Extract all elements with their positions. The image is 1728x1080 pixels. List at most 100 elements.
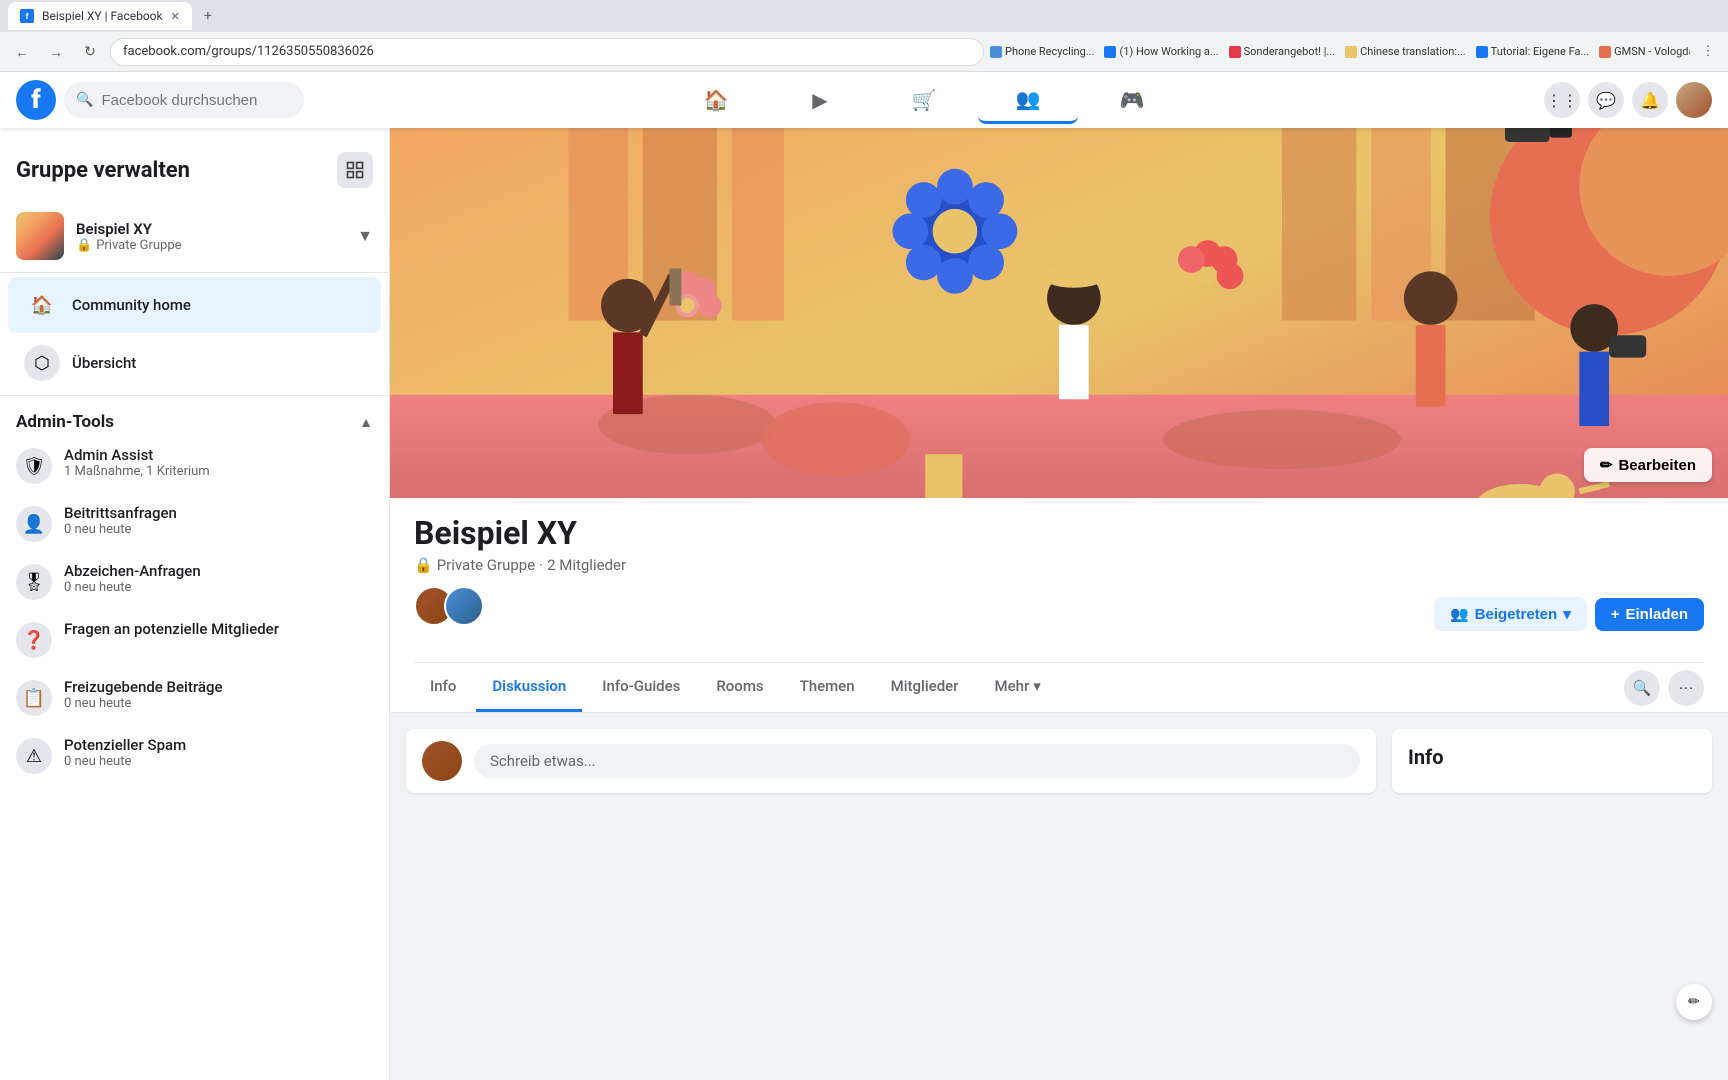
admin-tool-admin-assist[interactable]: 🛡 Admin Assist 1 Maßnahme, 1 Kriterium: [0, 436, 389, 494]
back-button[interactable]: ←: [8, 38, 36, 66]
bookmarks-bar: Phone Recycling... (1) How Working a... …: [990, 45, 1690, 58]
admin-tools-toggle-button[interactable]: ▲: [359, 414, 373, 431]
post-composer: Schreib etwas...: [406, 729, 1376, 793]
apps-button[interactable]: ⋮⋮: [1544, 82, 1580, 118]
joined-button[interactable]: 👥 Beigetreten ▾: [1434, 597, 1587, 631]
bookmark-chinese[interactable]: Chinese translation:...: [1345, 45, 1466, 58]
abzeichen-info: Abzeichen-Anfragen 0 neu heute: [64, 562, 373, 595]
tab-info[interactable]: Info: [414, 663, 472, 712]
admin-tool-freizugebende[interactable]: 📋 Freizugebende Beiträge 0 neu heute: [0, 668, 389, 726]
search-tab-button[interactable]: 🔍: [1624, 670, 1660, 706]
facebook-navbar: f 🔍 🏠 ▶ 🛒 👥 🎮 ⋮⋮ 💬 🔔: [0, 72, 1728, 128]
ubersicht-icon: ⬡: [24, 345, 60, 381]
home-icon: 🏠: [704, 88, 729, 112]
content-area: ✏ Bearbeiten Beispiel XY 🔒 Private Grupp…: [390, 128, 1728, 1080]
tab-favicon: f: [20, 9, 34, 23]
sidebar-menu-button[interactable]: [337, 152, 373, 188]
freizugebende-name: Freizugebende Beiträge: [64, 678, 373, 696]
sidebar-item-community-home[interactable]: 🏠 Community home: [8, 277, 381, 333]
nav-watch[interactable]: ▶: [770, 76, 870, 124]
community-home-icon: 🏠: [24, 287, 60, 323]
info-panel: Info: [1392, 729, 1712, 793]
cover-edit-button[interactable]: ✏ Bearbeiten: [1584, 448, 1712, 482]
tab-themen[interactable]: Themen: [784, 663, 871, 712]
group-info: Beispiel XY 🔒 Private Gruppe: [76, 220, 345, 253]
sidebar-divider-2: [0, 395, 389, 396]
nav-right: ⋮⋮ 💬 🔔: [1544, 82, 1712, 118]
tab-mehr[interactable]: Mehr ▾: [979, 663, 1057, 712]
tab-close-button[interactable]: ✕: [171, 10, 180, 23]
sidebar-item-ubersicht[interactable]: ⬡ Übersicht: [8, 335, 381, 391]
fragen-icon: ❓: [16, 622, 52, 658]
browser-tab[interactable]: f Beispiel XY | Facebook ✕: [8, 2, 192, 30]
sidebar-title: Gruppe verwalten: [16, 158, 190, 183]
refresh-button[interactable]: ↻: [76, 38, 104, 66]
bookmark-sonderangebot[interactable]: Sonderangebot! |...: [1229, 45, 1336, 58]
composer-input[interactable]: Schreib etwas...: [474, 744, 1360, 778]
joined-label: Beigetreten: [1475, 606, 1558, 623]
admin-tool-spam[interactable]: ⚠ Potenzieller Spam 0 neu heute: [0, 726, 389, 784]
admin-tool-beitrittsanfragen[interactable]: 👤 Beitrittsanfragen 0 neu heute: [0, 494, 389, 552]
admin-assist-info: Admin Assist 1 Maßnahme, 1 Kriterium: [64, 446, 373, 479]
search-input[interactable]: [101, 92, 281, 109]
tab-info-guides[interactable]: Info-Guides: [586, 663, 696, 712]
admin-tools-header: Admin-Tools ▲: [0, 400, 389, 436]
bookmark-gmsn[interactable]: GMSN - Vologda...: [1599, 45, 1690, 58]
invite-button[interactable]: + Einladen: [1595, 598, 1704, 631]
extensions-button[interactable]: ⋮: [1696, 40, 1720, 64]
group-dropdown-icon[interactable]: ▼: [357, 226, 373, 246]
bookmark-how-working[interactable]: (1) How Working a...: [1104, 45, 1218, 58]
lock-icon: 🔒: [76, 238, 92, 253]
gaming-icon: 🎮: [1120, 88, 1145, 112]
messenger-button[interactable]: 💬: [1588, 82, 1624, 118]
bookmark-tutorial[interactable]: Tutorial: Eigene Fa...: [1476, 45, 1590, 58]
group-name: Beispiel XY: [76, 220, 345, 238]
browser-toolbar: ← → ↻ facebook.com/groups/11263505508360…: [0, 32, 1728, 72]
abzeichen-sub: 0 neu heute: [64, 580, 373, 595]
address-text: facebook.com/groups/1126350550836026: [123, 44, 374, 59]
group-meta: 🔒 Private Gruppe · 2 Mitglieder: [414, 556, 1704, 574]
address-bar[interactable]: facebook.com/groups/1126350550836026: [110, 38, 984, 66]
nav-marketplace[interactable]: 🛒: [874, 76, 974, 124]
feed-column: Schreib etwas...: [406, 729, 1376, 793]
dot-separator: ·: [539, 556, 543, 574]
tab-mitglieder[interactable]: Mitglieder: [875, 663, 975, 712]
joined-icon: 👥: [1450, 605, 1469, 623]
forward-button[interactable]: →: [42, 38, 70, 66]
cover-edit-label: Bearbeiten: [1618, 457, 1696, 474]
group-content: Schreib etwas... Info: [390, 713, 1728, 809]
tab-diskussion[interactable]: Diskussion: [476, 663, 582, 712]
beitrittsanfragen-info: Beitrittsanfragen 0 neu heute: [64, 504, 373, 537]
tab-rooms[interactable]: Rooms: [700, 663, 779, 712]
notifications-button[interactable]: 🔔: [1632, 82, 1668, 118]
member-avatar-2: [444, 586, 484, 626]
nav-home[interactable]: 🏠: [666, 76, 766, 124]
more-options-button[interactable]: ···: [1668, 670, 1704, 706]
admin-tool-abzeichen[interactable]: 🎖 Abzeichen-Anfragen 0 neu heute: [0, 552, 389, 610]
beitrittsanfragen-name: Beitrittsanfragen: [64, 504, 373, 522]
spam-icon: ⚠: [16, 738, 52, 774]
group-type: 🔒 Private Gruppe: [76, 238, 345, 253]
search-bar[interactable]: 🔍: [64, 82, 304, 118]
floating-edit-icon: ✏: [1688, 994, 1700, 1010]
sidebar: Gruppe verwalten Beispiel XY 🔒 Private G…: [0, 128, 390, 1080]
freizugebende-icon: 📋: [16, 680, 52, 716]
bookmark-phone-recycling[interactable]: Phone Recycling...: [990, 45, 1094, 58]
admin-tool-fragen[interactable]: ❓ Fragen an potenzielle Mitglieder: [0, 610, 389, 668]
browser-actions: ⋮: [1696, 40, 1720, 64]
tab-action-buttons: 🔍 ···: [1624, 663, 1704, 712]
nav-groups[interactable]: 👥: [978, 76, 1078, 124]
user-avatar[interactable]: [1676, 82, 1712, 118]
floating-edit-button[interactable]: ✏: [1676, 984, 1712, 1020]
marketplace-icon: 🛒: [912, 88, 937, 112]
browser-chrome: f Beispiel XY | Facebook ✕ +: [0, 0, 1728, 32]
nav-gaming[interactable]: 🎮: [1082, 76, 1182, 124]
group-avatar: [16, 212, 64, 260]
freizugebende-sub: 0 neu heute: [64, 696, 373, 711]
info-panel-title: Info: [1408, 745, 1444, 769]
joined-dropdown-icon: ▾: [1563, 605, 1571, 623]
facebook-logo[interactable]: f: [16, 80, 56, 120]
lock-icon-meta: 🔒: [414, 556, 433, 574]
group-item[interactable]: Beispiel XY 🔒 Private Gruppe ▼: [0, 204, 389, 268]
new-tab-button[interactable]: +: [196, 4, 220, 28]
